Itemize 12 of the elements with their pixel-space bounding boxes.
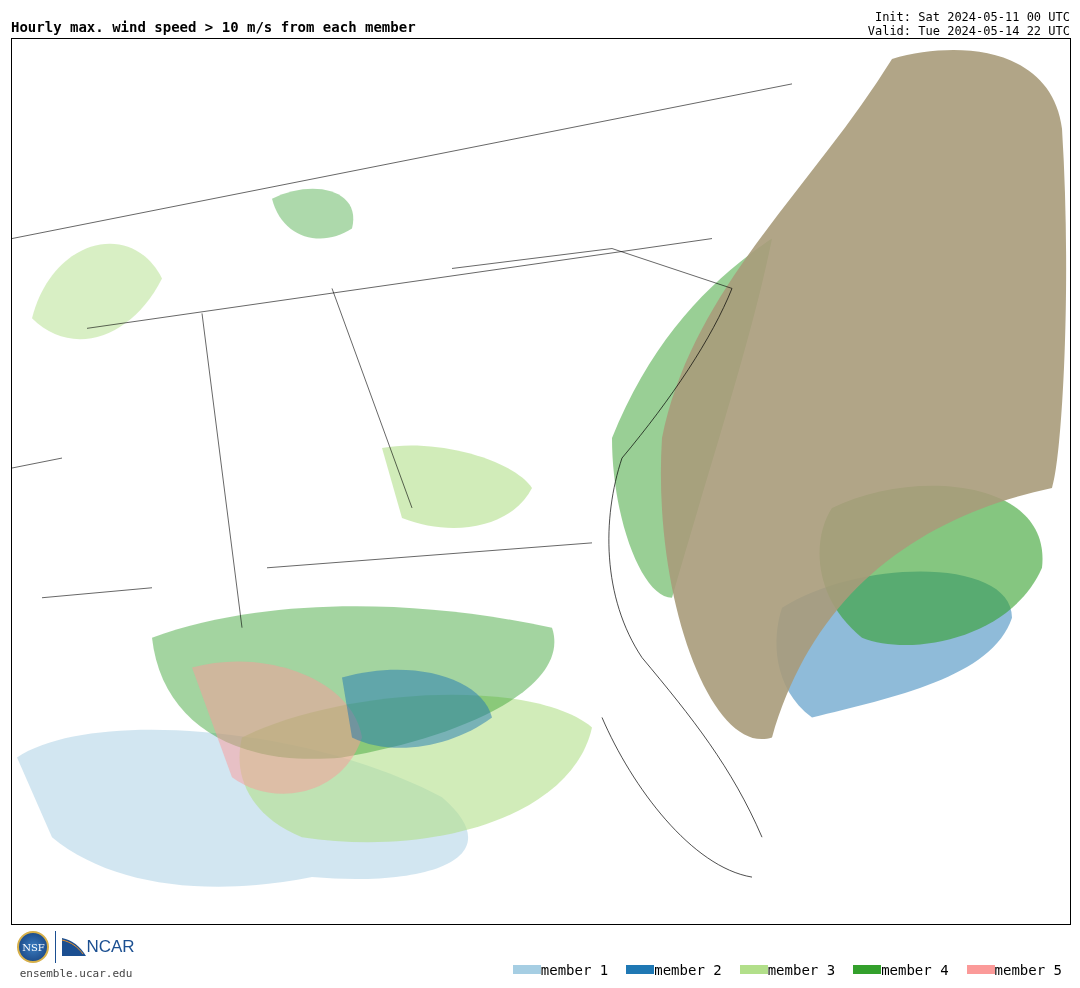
nsf-logo: NSF xyxy=(17,931,50,963)
valid-time: Valid: Tue 2024-05-14 22 UTC xyxy=(867,24,1070,38)
legend-label: member 1 xyxy=(540,961,609,978)
ncar-logo-icon xyxy=(62,938,87,956)
legend-label: member 2 xyxy=(654,961,722,978)
ncar-logo: NCAR xyxy=(86,937,135,957)
legend-label: member 5 xyxy=(994,961,1062,978)
chart-title: Hourly max. wind speed > 10 m/s from each member xyxy=(11,19,416,37)
site-url: ensemble.ucar.edu xyxy=(19,967,133,980)
init-time: Init: Sat 2024-05-11 00 UTC xyxy=(873,10,1070,24)
legend-label: member 3 xyxy=(767,961,836,978)
legend-label: member 4 xyxy=(881,961,949,978)
